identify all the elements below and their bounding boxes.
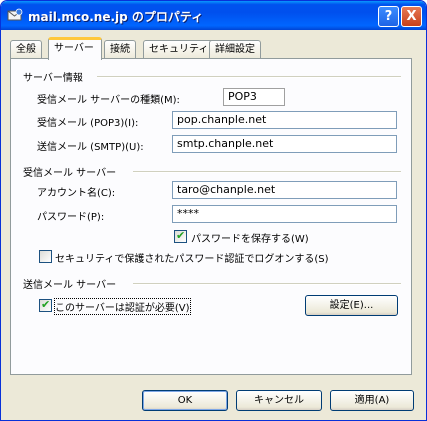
incoming-server-label: 受信メール (POP3)(I):: [37, 118, 139, 129]
outgoing-server-input[interactable]: smtp.chanple.net: [172, 135, 397, 153]
tab-connection[interactable]: 接続: [104, 40, 136, 59]
checkmark-icon: ✔: [41, 298, 51, 311]
dialog-client: 全般 サーバー 接続 セキュリティ 詳細設定 サーバー情報 受信メール サーバー…: [4, 30, 423, 417]
server-info-heading: サーバー情報: [23, 73, 83, 84]
help-button[interactable]: ?: [378, 6, 399, 27]
divider: [97, 76, 401, 78]
mail-account-icon: [7, 8, 23, 21]
account-label: アカウント名(C):: [37, 188, 116, 199]
divider: [133, 283, 401, 285]
outgoing-server-label: 送信メール (SMTP)(U):: [37, 142, 144, 153]
tab-advanced[interactable]: 詳細設定: [209, 40, 261, 59]
password-input[interactable]: ****: [172, 205, 397, 223]
incoming-type-value: POP3: [223, 88, 285, 106]
remember-password-label[interactable]: パスワードを保存する(W): [191, 230, 309, 245]
remember-password-checkbox[interactable]: ✔: [174, 229, 187, 243]
divider: [133, 171, 401, 173]
account-input[interactable]: taro@chanple.net: [172, 181, 397, 199]
incoming-type-label: 受信メール サーバーの種類(M):: [37, 95, 180, 106]
title-bar[interactable]: mail.mco.ne.jp のプロパティ ? X: [1, 1, 426, 30]
tab-server[interactable]: サーバー: [48, 37, 102, 60]
properties-dialog: mail.mco.ne.jp のプロパティ ? X 全般 サーバー 接続 セキュ…: [0, 0, 427, 421]
settings-button[interactable]: 設定(E)...: [305, 295, 398, 316]
checkmark-icon: ✔: [176, 229, 186, 242]
spa-checkbox[interactable]: [39, 250, 52, 263]
auth-required-label[interactable]: このサーバーは認証が必要(V): [54, 298, 191, 315]
auth-required-checkbox[interactable]: ✔: [39, 298, 52, 312]
tab-security[interactable]: セキュリティ: [143, 40, 215, 59]
outgoing-server-heading: 送信メール サーバー: [23, 280, 117, 291]
close-button[interactable]: X: [401, 6, 422, 27]
spa-label[interactable]: セキュリティで保護されたパスワード認証でログオンする(S): [55, 250, 329, 265]
tab-general[interactable]: 全般: [10, 40, 42, 59]
incoming-server-heading: 受信メール サーバー: [23, 168, 117, 179]
server-tab-panel: サーバー情報 受信メール サーバーの種類(M): POP3 受信メール (POP…: [10, 58, 412, 375]
ok-button[interactable]: OK: [142, 390, 228, 411]
password-label: パスワード(P):: [37, 212, 105, 223]
apply-button[interactable]: 適用(A): [330, 390, 414, 411]
incoming-server-input[interactable]: pop.chanple.net: [172, 111, 397, 129]
window-title: mail.mco.ne.jp のプロパティ: [28, 10, 204, 24]
cancel-button[interactable]: キャンセル: [236, 390, 322, 411]
